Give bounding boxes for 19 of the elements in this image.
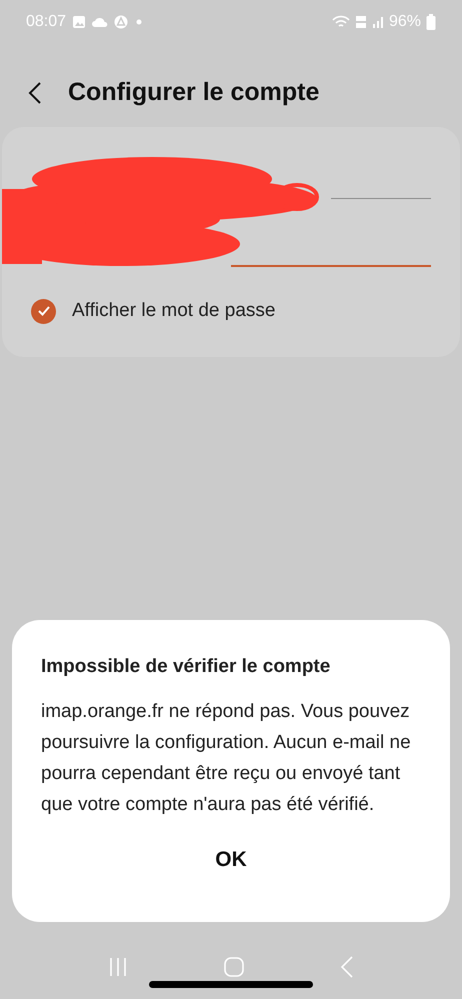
- recent-apps-icon[interactable]: [108, 957, 128, 977]
- gesture-bar[interactable]: [149, 981, 313, 988]
- page-title: Configurer le compte: [68, 77, 320, 108]
- home-icon[interactable]: [224, 957, 244, 977]
- dialog-title: Impossible de vérifier le compte: [41, 655, 332, 679]
- battery-icon: [426, 14, 436, 30]
- ok-button[interactable]: OK: [195, 838, 267, 881]
- check-icon: [38, 306, 50, 316]
- input-underline[interactable]: [231, 265, 431, 267]
- cloud-icon: [92, 16, 108, 28]
- warning-circle-icon: [114, 15, 128, 29]
- back-nav-icon[interactable]: [340, 956, 354, 978]
- show-password-checkbox[interactable]: Afficher le mot de passe: [31, 297, 431, 326]
- dot-icon: [134, 19, 144, 25]
- image-icon: [72, 15, 86, 29]
- input-underline[interactable]: [331, 198, 431, 199]
- wifi-icon: [332, 15, 350, 29]
- signal-icon: [372, 16, 384, 28]
- dialog-message: imap.orange.fr ne répond pas. Vous pouvez poursuivre la configuration. Aucun e-mail ne pourra cependant être reçu ou envoyé tant que votre compte n'aura pas été vérifié.: [41, 700, 412, 816]
